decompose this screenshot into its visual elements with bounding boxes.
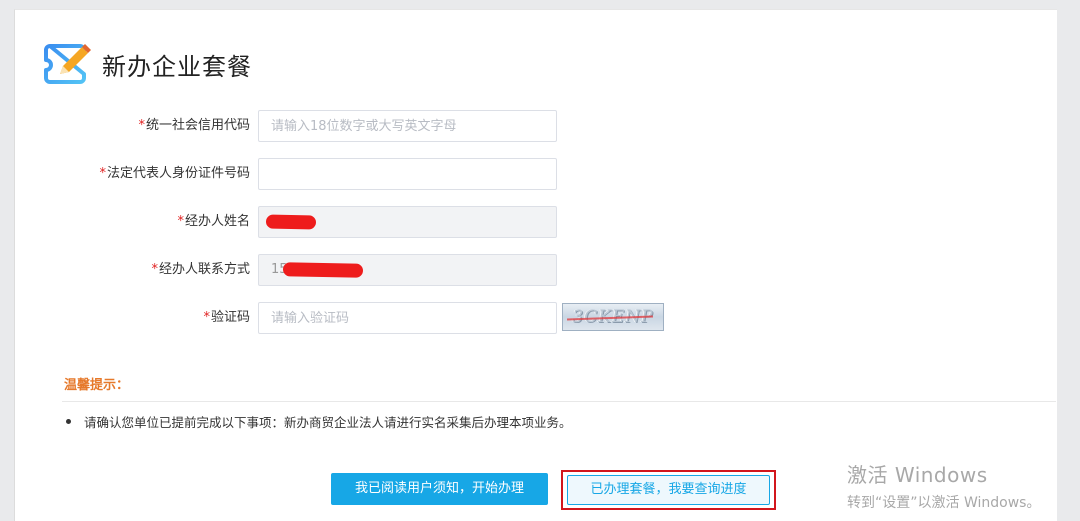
edit-pencil-icon	[44, 42, 94, 86]
agent-phone-label-text: 经办人联系方式	[158, 262, 250, 277]
page-header: 新办企业套餐	[44, 42, 252, 86]
credit-code-row: *统一社会信用代码	[0, 110, 700, 142]
credit-code-label-text: 统一社会信用代码	[145, 118, 250, 133]
watermark-title: 激活 Windows	[847, 463, 988, 487]
start-processing-button[interactable]: 我已阅读用户须知，开始办理	[331, 473, 548, 505]
required-mark: *	[138, 118, 145, 133]
watermark-subtitle: 转到“设置”以激活 Windows。	[847, 495, 1041, 511]
required-mark: *	[177, 214, 184, 229]
captcha-input[interactable]	[258, 302, 557, 334]
redaction-mark	[282, 262, 364, 278]
agent-name-row: *经办人姓名	[0, 206, 700, 238]
captcha-image[interactable]: 3CKENP	[562, 303, 664, 331]
captcha-label-text: 验证码	[210, 310, 250, 325]
agent-phone-row: *经办人联系方式 15	[0, 254, 700, 286]
tips-item: 请确认您单位已提前完成以下事项：新办商贸企业法人请进行实名采集后办理本项业务。	[66, 412, 572, 431]
windows-activation-watermark: 激活 Windows 转到“设置”以激活 Windows。	[847, 459, 1040, 512]
captcha-label: *验证码	[203, 302, 250, 334]
query-progress-button[interactable]: 已办理套餐，我要查询进度	[567, 475, 770, 505]
required-mark: *	[203, 310, 210, 325]
agent-phone-label: *经办人联系方式	[151, 254, 250, 286]
legal-id-label: *法定代表人身份证件号码	[99, 158, 250, 190]
required-mark: *	[99, 166, 106, 181]
bullet-icon	[66, 419, 71, 424]
legal-id-row: *法定代表人身份证件号码	[0, 158, 700, 190]
tips-divider	[62, 401, 1056, 402]
legal-id-input[interactable]	[258, 158, 557, 190]
credit-code-input[interactable]	[258, 110, 557, 142]
required-mark: *	[151, 262, 158, 277]
agent-name-label: *经办人姓名	[177, 206, 250, 238]
page-title: 新办企业套餐	[102, 52, 252, 81]
redaction-mark	[265, 214, 317, 230]
tips-title: 温馨提示：	[64, 378, 130, 393]
tips-item-text: 请确认您单位已提前完成以下事项：新办商贸企业法人请进行实名采集后办理本项业务。	[84, 415, 572, 430]
legal-id-label-text: 法定代表人身份证件号码	[106, 166, 250, 181]
credit-code-label: *统一社会信用代码	[138, 110, 250, 142]
agent-name-label-text: 经办人姓名	[184, 214, 250, 229]
